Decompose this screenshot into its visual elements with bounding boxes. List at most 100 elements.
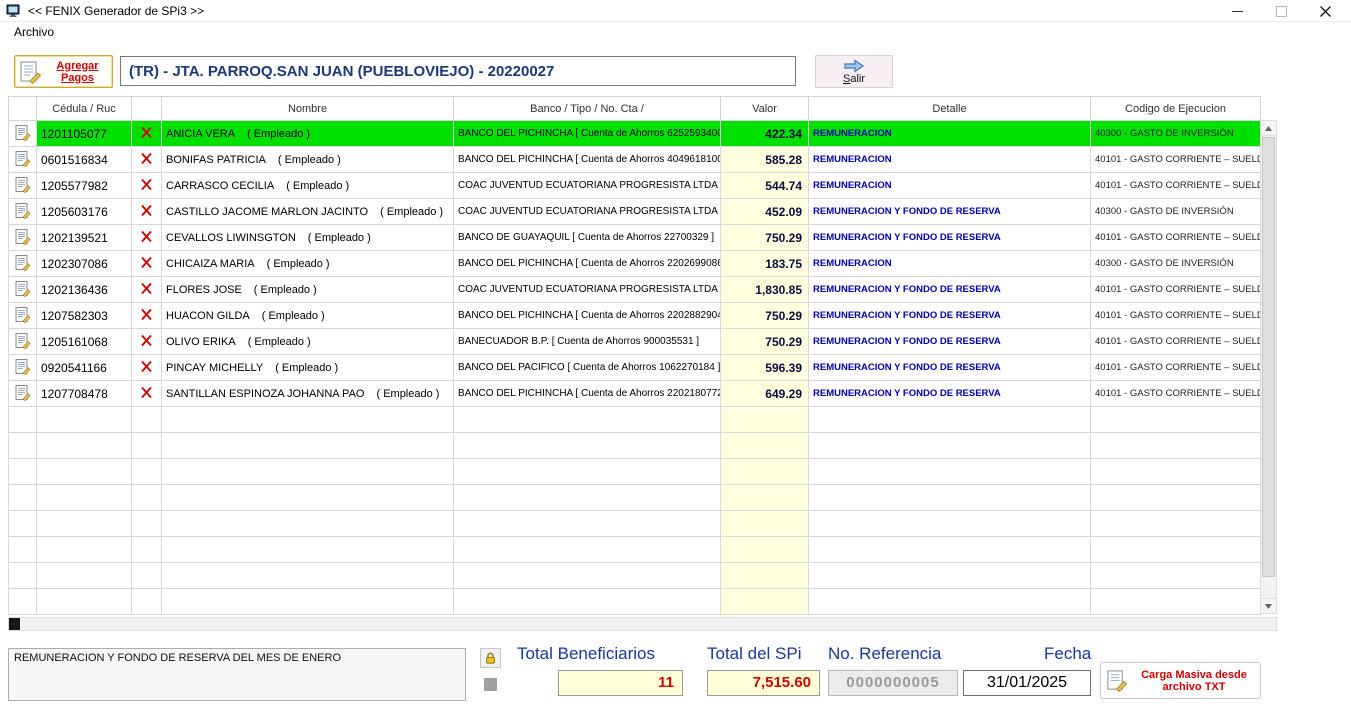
banco-cell: BANCO DEL PICHINCHA [ Cuenta de Ahorros …: [454, 147, 721, 173]
nombre-text: CEVALLOS LIWINSGTON: [166, 232, 296, 244]
table-row[interactable]: 0920541166 PINCAY MICHELLY( Empleado ) B…: [9, 355, 1261, 381]
edit-cell[interactable]: [9, 199, 37, 225]
codigo-cell-empty: [1091, 485, 1261, 511]
column-header-detalle[interactable]: Detalle: [809, 97, 1091, 121]
codigo-cell: 40101 - GASTO CORRIENTE – SUELDOS: [1091, 173, 1261, 199]
detalle-cell: REMUNERACION: [809, 173, 1091, 199]
delete-cell[interactable]: [132, 277, 162, 303]
window-controls: [1215, 0, 1347, 22]
close-button[interactable]: [1303, 0, 1347, 22]
delete-cell[interactable]: [132, 381, 162, 407]
column-header-nombre[interactable]: Nombre: [162, 97, 454, 121]
codigo-cell-empty: [1091, 563, 1261, 589]
carga-masiva-button[interactable]: Carga Masiva desde archivo TXT: [1100, 662, 1261, 699]
nombre-cell-empty: [162, 563, 454, 589]
scroll-up-button[interactable]: [1261, 121, 1276, 136]
table-row[interactable]: 1207708478 SANTILLAN ESPINOZA JOHANNA PA…: [9, 381, 1261, 407]
table-row[interactable]: 0601516834 BONIFAS PATRICIA( Empleado ) …: [9, 147, 1261, 173]
delete-cell[interactable]: [132, 329, 162, 355]
table-row[interactable]: 1202307086 CHICAIZA MARIA( Empleado ) BA…: [9, 251, 1261, 277]
delete-icon: [140, 386, 153, 399]
delete-cell[interactable]: [132, 251, 162, 277]
delete-cell[interactable]: [132, 121, 162, 147]
scroll-down-button[interactable]: [1261, 598, 1276, 613]
detalle-cell: REMUNERACION Y FONDO DE RESERVA: [809, 355, 1091, 381]
cedula-cell: 1202139521: [37, 225, 132, 251]
edit-cell-empty: [9, 563, 37, 589]
tipo-text: ( Empleado ): [275, 362, 338, 374]
delete-cell-empty: [132, 563, 162, 589]
valor-cell: 750.29: [721, 329, 809, 355]
delete-icon: [140, 334, 153, 347]
delete-cell[interactable]: [132, 303, 162, 329]
vertical-scroll-thumb[interactable]: [1262, 137, 1275, 577]
lock-button[interactable]: [480, 648, 501, 668]
column-header-cedula[interactable]: Cédula / Ruc: [37, 97, 132, 121]
codigo-cell: 40101 - GASTO CORRIENTE – SUELDOS: [1091, 277, 1261, 303]
edit-cell[interactable]: [9, 225, 37, 251]
minimize-button[interactable]: [1215, 0, 1259, 22]
nombre-text: SANTILLAN ESPINOZA JOHANNA PAO: [166, 388, 364, 400]
valor-cell: 750.29: [721, 303, 809, 329]
menu-archivo[interactable]: Archivo: [10, 22, 58, 42]
banco-cell-empty: [454, 537, 721, 563]
banco-cell: COAC JUVENTUD ECUATORIANA PROGRESISTA LT…: [454, 199, 721, 225]
nombre-text: CHICAIZA MARIA: [166, 258, 255, 270]
note-input[interactable]: REMUNERACION Y FONDO DE RESERVA DEL MES …: [8, 648, 466, 701]
cedula-cell: 1202136436: [37, 277, 132, 303]
add-payments-button[interactable]: Agregar Pagos: [14, 55, 113, 88]
delete-cell[interactable]: [132, 355, 162, 381]
valor-cell-empty: [721, 563, 809, 589]
fecha-label: Fecha: [1044, 644, 1091, 664]
codigo-cell: 40101 - GASTO CORRIENTE – SUELDOS: [1091, 381, 1261, 407]
edit-cell[interactable]: [9, 329, 37, 355]
table-row[interactable]: 1205577982 CARRASCO CECILIA( Empleado ) …: [9, 173, 1261, 199]
table-row[interactable]: 1202139521 CEVALLOS LIWINSGTON( Empleado…: [9, 225, 1261, 251]
banco-cell: BANECUADOR B.P. [ Cuenta de Ahorros 9000…: [454, 329, 721, 355]
detalle-cell-empty: [809, 485, 1091, 511]
tipo-text: ( Empleado ): [262, 310, 325, 322]
exit-button[interactable]: Salir: [815, 55, 893, 88]
edit-cell[interactable]: [9, 277, 37, 303]
table-row[interactable]: 1205161068 OLIVO ERIKA( Empleado ) BANEC…: [9, 329, 1261, 355]
edit-cell[interactable]: [9, 355, 37, 381]
detalle-cell-empty: [809, 537, 1091, 563]
horizontal-scroll-thumb[interactable]: [9, 618, 20, 630]
carga-masiva-icon: [1105, 669, 1128, 692]
delete-icon: [140, 282, 153, 295]
table-row[interactable]: 1202136436 FLORES JOSE( Empleado ) COAC …: [9, 277, 1261, 303]
valor-cell: 1,830.85: [721, 277, 809, 303]
nombre-cell-empty: [162, 485, 454, 511]
edit-record-icon: [14, 254, 31, 271]
column-header-valor[interactable]: Valor: [721, 97, 809, 121]
column-header-codigo[interactable]: Codigo de Ejecucion: [1091, 97, 1261, 121]
codigo-cell: 40300 - GASTO DE INVERSIÓN: [1091, 199, 1261, 225]
edit-cell[interactable]: [9, 147, 37, 173]
entity-title-input[interactable]: [120, 56, 796, 86]
maximize-button[interactable]: [1259, 0, 1303, 22]
edit-cell[interactable]: [9, 173, 37, 199]
edit-cell[interactable]: [9, 303, 37, 329]
valor-cell-empty: [721, 485, 809, 511]
nombre-cell: CASTILLO JACOME MARLON JACINTO ( Empleado…: [162, 199, 454, 225]
table-row[interactable]: 1207582303 HUACON GILDA( Empleado ) BANC…: [9, 303, 1261, 329]
fecha-input[interactable]: [963, 670, 1091, 696]
tipo-text: ( Empleado ): [247, 128, 310, 140]
table-row[interactable]: 1201105077 ANICIA VERA( Empleado ) BANCO…: [9, 121, 1261, 147]
banco-cell: BANCO DEL PICHINCHA [ Cuenta de Ahorros …: [454, 251, 721, 277]
delete-cell[interactable]: [132, 173, 162, 199]
edit-cell[interactable]: [9, 381, 37, 407]
table-row[interactable]: 1205603176 CASTILLO JACOME MARLON JACINT…: [9, 199, 1261, 225]
edit-cell[interactable]: [9, 251, 37, 277]
horizontal-scrollbar[interactable]: [8, 617, 1277, 631]
edit-cell[interactable]: [9, 121, 37, 147]
nombre-text: CASTILLO JACOME MARLON JACINTO: [166, 206, 368, 218]
delete-cell[interactable]: [132, 225, 162, 251]
tipo-text: ( Empleado ): [380, 206, 443, 218]
vertical-scrollbar[interactable]: [1260, 120, 1277, 614]
total-beneficiarios-value: 11: [558, 670, 683, 696]
column-header-banco[interactable]: Banco / Tipo / No. Cta /: [454, 97, 721, 121]
delete-cell[interactable]: [132, 199, 162, 225]
cedula-cell-empty: [37, 589, 132, 615]
delete-cell[interactable]: [132, 147, 162, 173]
